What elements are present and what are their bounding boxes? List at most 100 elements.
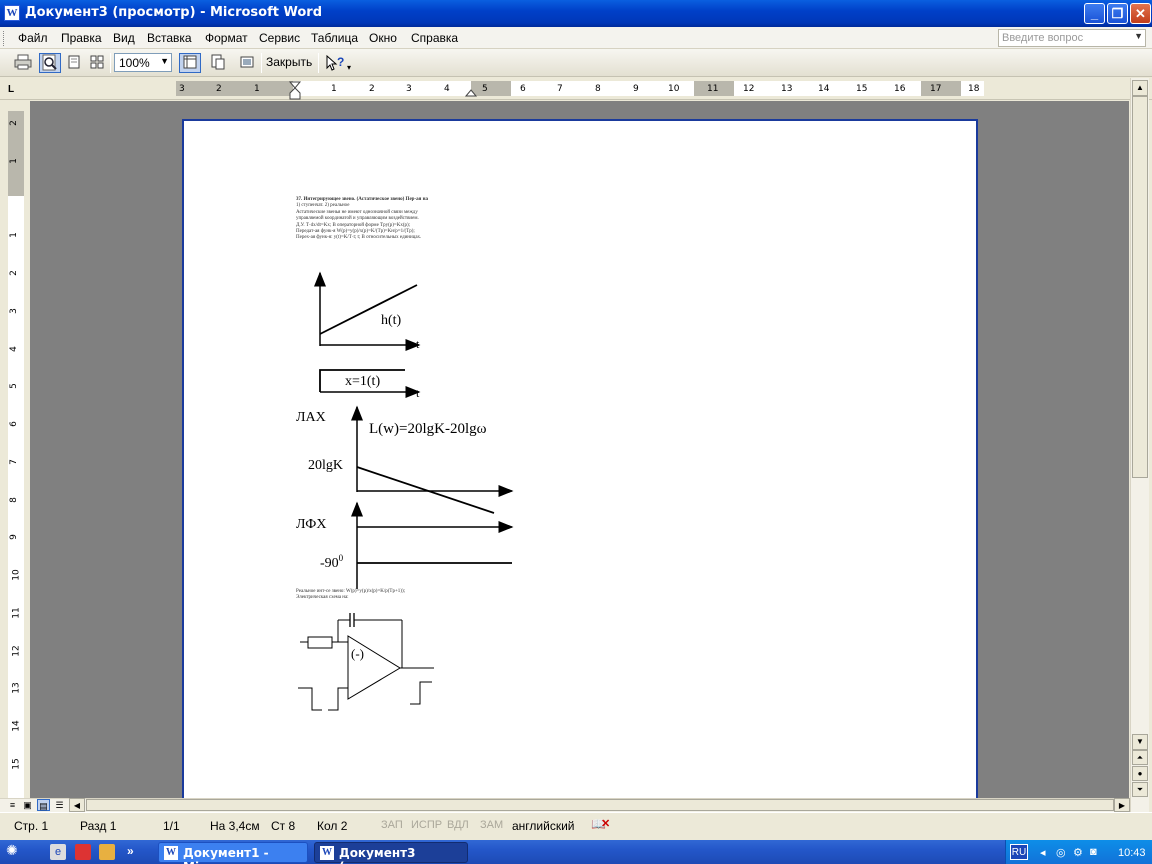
scroll-left-button[interactable]: ◀ [69,798,85,812]
tab-selector[interactable]: L [8,84,22,96]
lax-plot: ЛАХ L(w)=20lgK-20lgω 20lgK [296,405,514,514]
browse-object-button[interactable]: ● [1132,766,1148,781]
menu-file[interactable]: Файл [18,31,48,45]
close-button[interactable]: ✕ [1130,3,1151,24]
multiple-pages-icon[interactable] [86,53,108,73]
ruler-label: 6 [520,84,526,94]
status-overtype[interactable]: ЗАМ [480,819,503,831]
menu-window[interactable]: Окно [369,31,397,45]
status-track[interactable]: ИСПР [411,819,442,831]
lgk-label: 20lgK [308,458,343,473]
lax-label: ЛАХ [296,410,326,425]
outline-view-icon[interactable]: ☰ [53,799,66,811]
print-view-icon[interactable]: ▤ [37,799,50,811]
phase-label: -900 [320,553,344,571]
diagram-figures: h(t) t x=1(t) t ЛАХ L(w)=20lgK-20lgω 20l… [296,271,514,711]
ruler-label: 5 [482,84,488,94]
tray-expand-icon[interactable]: ◂ [1040,846,1046,859]
ruler-label: 2 [216,84,222,94]
tray-app-icon[interactable]: ◙ [1090,846,1097,858]
menu-bar: Файл Правка Вид Вставка Формат Сервис Та… [0,27,1152,49]
close-preview-button[interactable]: Закрыть [266,55,312,69]
status-extend[interactable]: ВДЛ [447,819,469,831]
step-input-plot: x=1(t) t [319,369,421,400]
chevron-down-icon[interactable]: ▼ [1134,31,1143,41]
menu-format[interactable]: Формат [205,31,248,45]
view-ruler-icon[interactable] [179,53,201,73]
quicklaunch-app-icon[interactable] [75,844,91,860]
previous-page-button[interactable]: ⏶ [1132,750,1148,765]
horizontal-scroll-thumb[interactable] [86,799,1114,811]
tray-app-icon[interactable]: ◎ [1056,846,1066,859]
chevron-right-icon[interactable]: » [127,844,134,858]
t-label: t [416,337,420,351]
t-label: t [416,386,420,400]
context-help-icon[interactable]: ? ▾ [323,53,355,73]
menu-tools[interactable]: Сервис [259,31,300,45]
zoom-select[interactable]: 100% ▼ [114,53,172,72]
ruler-label: 1 [8,158,19,164]
svg-text:?: ? [337,55,344,69]
chevron-down-icon[interactable]: ▼ [160,56,169,66]
menu-table[interactable]: Таблица [311,31,358,45]
ruler-left-margin [176,81,293,96]
ruler-label: 13 [781,84,793,94]
web-view-icon[interactable]: ▣ [21,799,34,811]
scroll-right-button[interactable]: ▶ [1114,798,1130,812]
language-indicator[interactable]: RU [1010,844,1028,860]
ask-question-input[interactable]: Введите вопрос ▼ [998,29,1146,47]
spelling-status-icon[interactable]: 📖 ✕ [591,817,613,833]
menu-help[interactable]: Справка [411,31,458,45]
magnifier-icon[interactable] [39,53,61,73]
ruler-label: 3 [406,84,412,94]
ruler-label: 16 [894,84,906,94]
taskbar-button-doc1[interactable]: W Документ1 - Micr... [158,842,308,864]
ruler-label: 13 [11,682,22,694]
ruler-label: 12 [743,84,755,94]
full-screen-icon[interactable] [236,53,258,73]
normal-view-icon[interactable]: ≡ [6,799,19,811]
status-rec[interactable]: ЗАП [381,819,403,831]
title-bar: W Документ3 (просмотр) - Microsoft Word … [0,0,1152,27]
indent-marker[interactable] [289,81,303,101]
ruler-label: 3 [8,308,19,314]
ruler-label: 11 [707,84,719,94]
print-icon[interactable] [12,53,34,73]
restore-button[interactable]: ❐ [1107,3,1128,24]
toolbar-separator [110,53,111,73]
h-label: h(t) [381,313,402,328]
toolbar-separator [318,53,319,73]
document-area[interactable]: 37. Интегрирующее звено. (Астатическое з… [30,101,1129,798]
menu-edit[interactable]: Правка [61,31,102,45]
minimize-button[interactable]: _ [1084,3,1105,24]
ruler-strip [8,111,24,801]
word-icon: W [320,846,334,860]
start-icon[interactable]: ✺ [6,842,26,862]
one-page-icon[interactable] [63,53,85,73]
quicklaunch-app-icon[interactable] [99,844,115,860]
ruler-label: 8 [595,84,601,94]
menu-grip[interactable] [3,31,6,46]
document-page[interactable]: 37. Интегрирующее звено. (Астатическое з… [182,119,978,798]
tray-app-icon[interactable]: ⚙ [1073,846,1083,859]
scroll-down-button[interactable]: ▼ [1132,734,1148,750]
scroll-up-button[interactable]: ▲ [1132,80,1148,96]
status-language[interactable]: английский [512,819,574,833]
opamp-circuit: (-) [298,613,434,711]
word-icon[interactable]: W [4,5,20,21]
menu-view[interactable]: Вид [113,31,135,45]
ruler-margin [471,81,511,96]
right-indent-marker[interactable] [465,88,477,98]
taskbar-button-doc3[interactable]: W Документ3 (прос... [314,842,468,864]
shrink-to-fit-icon[interactable] [207,53,229,73]
ruler-label: 9 [8,534,19,540]
menu-insert[interactable]: Вставка [147,31,192,45]
status-section: Разд 1 [80,819,117,833]
ruler-label: 9 [633,84,639,94]
clock[interactable]: 10:43 [1118,847,1146,859]
ruler-label: 17 [930,84,942,94]
quicklaunch-ie-icon[interactable]: e [50,844,66,860]
next-page-button[interactable]: ⏷ [1132,782,1148,797]
word-icon: W [164,846,178,860]
vertical-scroll-thumb[interactable] [1132,96,1148,478]
